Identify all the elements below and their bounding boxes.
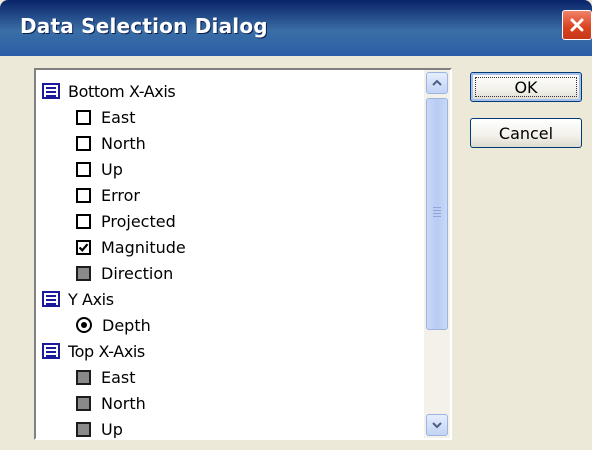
list-item-bottom-error[interactable]: Error bbox=[76, 182, 140, 208]
grip-line bbox=[433, 207, 441, 208]
item-label: Up bbox=[101, 159, 123, 179]
checkbox-unchecked[interactable] bbox=[76, 109, 91, 125]
list-item-bottom-east[interactable]: East bbox=[76, 104, 136, 130]
item-label: Direction bbox=[101, 263, 174, 283]
checkbox-disabled bbox=[76, 421, 91, 437]
checkbox-unchecked[interactable] bbox=[76, 161, 91, 177]
list-content: Bottom X-Axis East North Up Error Projec… bbox=[36, 70, 424, 438]
list-item-bottom-up[interactable]: Up bbox=[76, 156, 123, 182]
list-item-y-depth[interactable]: Depth bbox=[76, 312, 151, 338]
radio-selected[interactable] bbox=[76, 317, 92, 333]
list-item-bottom-projected[interactable]: Projected bbox=[76, 208, 176, 234]
group-header-top-x-axis[interactable]: Top X-Axis bbox=[42, 338, 145, 364]
scroll-thumb[interactable] bbox=[426, 98, 448, 330]
arrow-down-icon bbox=[432, 422, 442, 429]
close-x-icon bbox=[570, 18, 584, 32]
grip-line bbox=[433, 213, 441, 214]
checkbox-disabled bbox=[76, 395, 91, 411]
check-mark-icon bbox=[78, 242, 89, 252]
data-selection-list[interactable]: Bottom X-Axis East North Up Error Projec… bbox=[34, 68, 452, 440]
checkbox-unchecked[interactable] bbox=[76, 213, 91, 229]
item-label: North bbox=[101, 133, 146, 153]
checkbox-disabled bbox=[76, 265, 91, 281]
scroll-up-button[interactable] bbox=[426, 72, 448, 94]
title-bar[interactable]: Data Selection Dialog bbox=[0, 0, 592, 56]
item-label: Error bbox=[101, 185, 140, 205]
close-button[interactable] bbox=[562, 10, 592, 40]
item-label: East bbox=[101, 107, 136, 127]
ok-button[interactable]: OK bbox=[470, 72, 582, 102]
cancel-button[interactable]: Cancel bbox=[470, 118, 582, 148]
item-label: North bbox=[101, 393, 146, 413]
checkbox-disabled bbox=[76, 369, 91, 385]
list-item-bottom-north[interactable]: North bbox=[76, 130, 146, 156]
list-item-bottom-magnitude[interactable]: Magnitude bbox=[76, 234, 186, 260]
list-item-top-up[interactable]: Up bbox=[76, 416, 123, 438]
group-header-bottom-x-axis[interactable]: Bottom X-Axis bbox=[42, 78, 176, 104]
grip-line bbox=[433, 210, 441, 211]
item-label: Projected bbox=[101, 211, 176, 231]
group-label: Bottom X-Axis bbox=[68, 81, 176, 101]
scroll-down-button[interactable] bbox=[426, 414, 448, 436]
group-label: Y Axis bbox=[68, 289, 114, 309]
list-item-top-east[interactable]: East bbox=[76, 364, 136, 390]
list-item-bottom-direction[interactable]: Direction bbox=[76, 260, 173, 286]
arrow-up-icon bbox=[432, 79, 442, 86]
list-group-icon bbox=[42, 291, 60, 307]
focus-rectangle bbox=[475, 77, 577, 97]
dialog-title: Data Selection Dialog bbox=[20, 14, 268, 38]
group-header-y-axis[interactable]: Y Axis bbox=[42, 286, 114, 312]
item-label: East bbox=[101, 367, 136, 387]
dialog-body: Bottom X-Axis East North Up Error Projec… bbox=[8, 56, 592, 450]
cancel-label: Cancel bbox=[498, 123, 554, 143]
checkbox-unchecked[interactable] bbox=[76, 187, 91, 203]
item-label: Magnitude bbox=[101, 237, 186, 257]
radio-dot-icon bbox=[81, 322, 87, 328]
checkbox-checked[interactable] bbox=[76, 239, 91, 255]
vertical-scrollbar[interactable] bbox=[424, 70, 450, 438]
list-group-icon bbox=[42, 343, 60, 359]
item-label: Depth bbox=[102, 315, 151, 335]
list-group-icon bbox=[42, 83, 60, 99]
list-item-top-north[interactable]: North bbox=[76, 390, 146, 416]
group-label: Top X-Axis bbox=[68, 341, 145, 361]
grip-line bbox=[433, 216, 441, 217]
item-label: Up bbox=[101, 419, 123, 439]
checkbox-unchecked[interactable] bbox=[76, 135, 91, 151]
